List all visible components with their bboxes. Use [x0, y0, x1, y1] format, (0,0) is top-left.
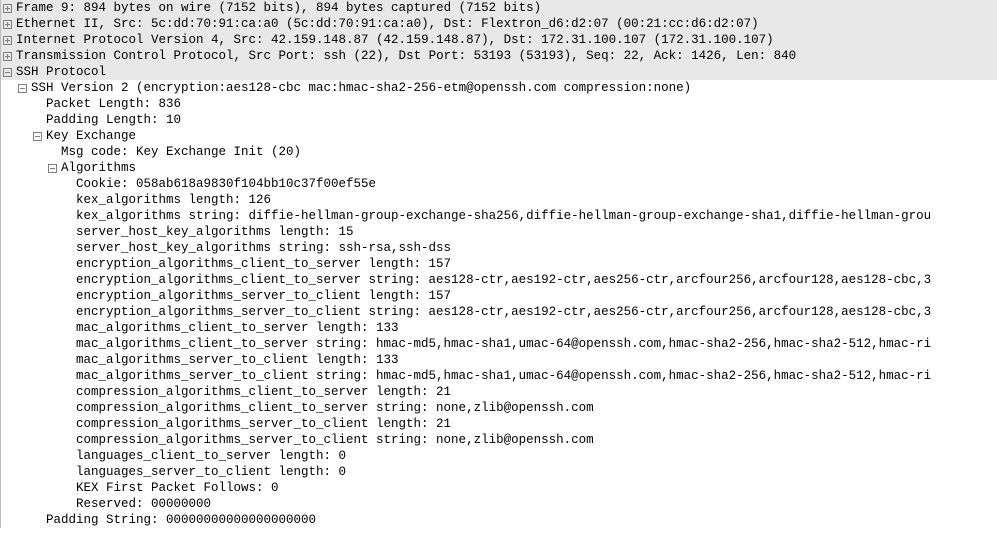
tree-row-label: Reserved: 00000000	[76, 496, 211, 512]
tree-row[interactable]: mac_algorithms_client_to_server length: …	[0, 320, 997, 336]
tree-row-label: KEX First Packet Follows: 0	[76, 480, 279, 496]
tree-row-label: Msg code: Key Exchange Init (20)	[61, 144, 301, 160]
tree-row-label: Packet Length: 836	[46, 96, 181, 112]
tree-row[interactable]: encryption_algorithms_client_to_server l…	[0, 256, 997, 272]
tree-row-label: encryption_algorithms_server_to_client l…	[76, 288, 451, 304]
tree-row[interactable]: mac_algorithms_client_to_server string: …	[0, 336, 997, 352]
expand-icon[interactable]	[3, 20, 12, 29]
tree-row-label: Padding String: 00000000000000000000	[46, 512, 316, 528]
tree-row-label: SSH Version 2 (encryption:aes128-cbc mac…	[31, 80, 691, 96]
tree-row[interactable]: kex_algorithms string: diffie-hellman-gr…	[0, 208, 997, 224]
tree-row[interactable]: Ethernet II, Src: 5c:dd:70:91:ca:a0 (5c:…	[0, 16, 997, 32]
tree-row[interactable]: mac_algorithms_server_to_client length: …	[0, 352, 997, 368]
tree-row-label: Ethernet II, Src: 5c:dd:70:91:ca:a0 (5c:…	[16, 16, 759, 32]
tree-row[interactable]: encryption_algorithms_server_to_client l…	[0, 288, 997, 304]
tree-row-label: Cookie: 058ab618a9830f104bb10c37f00ef55e	[76, 176, 376, 192]
tree-row[interactable]: Key Exchange	[0, 128, 997, 144]
tree-row-label: encryption_algorithms_client_to_server l…	[76, 256, 451, 272]
tree-row[interactable]: mac_algorithms_server_to_client string: …	[0, 368, 997, 384]
tree-row-label: mac_algorithms_server_to_client length: …	[76, 352, 399, 368]
tree-row[interactable]: languages_client_to_server length: 0	[0, 448, 997, 464]
tree-row[interactable]: compression_algorithms_client_to_server …	[0, 400, 997, 416]
tree-row-label: encryption_algorithms_server_to_client s…	[76, 304, 931, 320]
tree-row[interactable]: Cookie: 058ab618a9830f104bb10c37f00ef55e	[0, 176, 997, 192]
tree-row[interactable]: Padding String: 00000000000000000000	[0, 512, 997, 528]
tree-row-label: compression_algorithms_client_to_server …	[76, 384, 451, 400]
tree-row-label: Transmission Control Protocol, Src Port:…	[16, 48, 796, 64]
tree-row[interactable]: compression_algorithms_client_to_server …	[0, 384, 997, 400]
tree-row-label: languages_client_to_server length: 0	[76, 448, 346, 464]
tree-row-label: server_host_key_algorithms string: ssh-r…	[76, 240, 451, 256]
tree-row[interactable]: kex_algorithms length: 126	[0, 192, 997, 208]
expand-icon[interactable]	[3, 4, 12, 13]
tree-row-label: mac_algorithms_client_to_server string: …	[76, 336, 931, 352]
packet-details-pane[interactable]: Frame 9: 894 bytes on wire (7152 bits), …	[0, 0, 997, 528]
tree-row-label: kex_algorithms length: 126	[76, 192, 271, 208]
tree-row[interactable]: encryption_algorithms_server_to_client s…	[0, 304, 997, 320]
tree-row[interactable]: server_host_key_algorithms length: 15	[0, 224, 997, 240]
tree-row-label: encryption_algorithms_client_to_server s…	[76, 272, 931, 288]
tree-row[interactable]: Reserved: 00000000	[0, 496, 997, 512]
tree-row-label: SSH Protocol	[16, 64, 106, 80]
tree-row[interactable]: Packet Length: 836	[0, 96, 997, 112]
tree-row[interactable]: Padding Length: 10	[0, 112, 997, 128]
tree-row[interactable]: SSH Protocol	[0, 64, 997, 80]
tree-row-label: Padding Length: 10	[46, 112, 181, 128]
tree-row-label: Key Exchange	[46, 128, 136, 144]
tree-row[interactable]: server_host_key_algorithms string: ssh-r…	[0, 240, 997, 256]
expand-icon[interactable]	[3, 36, 12, 45]
tree-row[interactable]: Internet Protocol Version 4, Src: 42.159…	[0, 32, 997, 48]
tree-row-label: languages_server_to_client length: 0	[76, 464, 346, 480]
tree-row[interactable]: compression_algorithms_server_to_client …	[0, 432, 997, 448]
tree-row-label: mac_algorithms_server_to_client string: …	[76, 368, 931, 384]
tree-row[interactable]: SSH Version 2 (encryption:aes128-cbc mac…	[0, 80, 997, 96]
tree-row[interactable]: Transmission Control Protocol, Src Port:…	[0, 48, 997, 64]
tree-row[interactable]: KEX First Packet Follows: 0	[0, 480, 997, 496]
tree-row-label: mac_algorithms_client_to_server length: …	[76, 320, 399, 336]
tree-row-label: kex_algorithms string: diffie-hellman-gr…	[76, 208, 931, 224]
expand-icon[interactable]	[3, 52, 12, 61]
tree-row-label: Algorithms	[61, 160, 136, 176]
collapse-icon[interactable]	[3, 68, 12, 77]
collapse-icon[interactable]	[18, 84, 27, 93]
tree-row-label: server_host_key_algorithms length: 15	[76, 224, 354, 240]
tree-row[interactable]: encryption_algorithms_client_to_server s…	[0, 272, 997, 288]
tree-row-label: compression_algorithms_server_to_client …	[76, 416, 451, 432]
collapse-icon[interactable]	[48, 164, 57, 173]
tree-row-label: Internet Protocol Version 4, Src: 42.159…	[16, 32, 774, 48]
tree-row-label: Frame 9: 894 bytes on wire (7152 bits), …	[16, 0, 541, 16]
tree-row[interactable]: Algorithms	[0, 160, 997, 176]
tree-row-label: compression_algorithms_server_to_client …	[76, 432, 594, 448]
tree-row-label: compression_algorithms_client_to_server …	[76, 400, 594, 416]
tree-row[interactable]: languages_server_to_client length: 0	[0, 464, 997, 480]
tree-row[interactable]: Msg code: Key Exchange Init (20)	[0, 144, 997, 160]
collapse-icon[interactable]	[33, 132, 42, 141]
tree-row[interactable]: compression_algorithms_server_to_client …	[0, 416, 997, 432]
tree-row[interactable]: Frame 9: 894 bytes on wire (7152 bits), …	[0, 0, 997, 16]
